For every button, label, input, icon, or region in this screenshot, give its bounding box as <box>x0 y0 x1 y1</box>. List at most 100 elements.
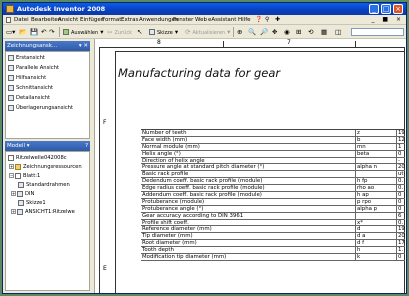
menu-format[interactable]: Format <box>102 16 121 24</box>
param-cell: Addendum coeff. basic rack profile (modu… <box>142 192 262 199</box>
menu-datei[interactable]: Datei <box>14 16 29 24</box>
folder-icon <box>15 163 21 170</box>
table-row: Direction of helix angle - <box>141 157 405 165</box>
panel-item-label: Erstansicht <box>16 55 45 61</box>
select-label: Auswählen <box>71 30 99 36</box>
tree-node-view[interactable]: + ANSICHT1:Ritzelwe <box>11 208 75 216</box>
table-row: Reference diameter (mm) d 19 <box>141 226 405 234</box>
sketch-icon <box>149 29 155 35</box>
close-button[interactable]: × <box>393 4 403 14</box>
pan-icon[interactable]: ✥ <box>272 27 277 37</box>
maximize-button[interactable]: □ <box>381 4 391 14</box>
back-button[interactable]: ⇦ Zurück <box>107 27 132 37</box>
shading-icon[interactable]: ▦ <box>321 27 327 37</box>
drawing-canvas[interactable]: 8 7 F E Manufacturing data for gear Numb… <box>94 39 406 293</box>
pin-icon[interactable]: ⚲ <box>265 16 269 24</box>
symbol-cell <box>355 212 395 220</box>
display-icon[interactable]: ◫ <box>335 27 341 37</box>
tree-node-titleblock[interactable]: + DIN <box>11 190 34 198</box>
title-bar[interactable]: Autodesk Inventor 2008 _ □ × <box>3 3 406 15</box>
tree-node-sheet[interactable]: − Blatt:1 <box>9 172 40 180</box>
symbol-cell <box>355 157 395 165</box>
document-icon <box>6 16 11 24</box>
value-cell: 6 <box>396 212 406 220</box>
panel-item-ueberlagerungsansicht[interactable]: Überlagerungsansicht <box>8 104 73 112</box>
value-cell: ut <box>396 171 406 179</box>
tree-node-label: Zeichnungsressourcen <box>23 164 82 170</box>
zoom-combobox[interactable] <box>351 28 404 36</box>
panel-item-erstansicht[interactable]: Erstansicht <box>8 54 45 62</box>
zoom-all-icon[interactable]: ⊕ <box>237 27 242 37</box>
base-view-icon <box>8 54 14 61</box>
panel-item-hilfsansicht[interactable]: Hilfsansicht <box>8 74 46 82</box>
expand-icon[interactable]: + <box>11 191 16 196</box>
table-row: Basic rack profile ut <box>141 171 406 179</box>
menu-bearbeiten[interactable]: Bearbeiten <box>31 16 61 24</box>
help-icon[interactable]: ? <box>85 141 88 151</box>
minimize-button[interactable]: _ <box>369 4 379 14</box>
help-icon[interactable]: ❓ <box>255 16 262 24</box>
select-tool[interactable]: Auswählen ▾ <box>63 27 104 37</box>
tree-node-sketch[interactable]: Skizze1 <box>18 199 46 207</box>
document-window-controls[interactable]: _ ■ × <box>371 16 404 24</box>
menu-einfuegen[interactable]: Einfügen <box>80 16 104 24</box>
sheet-icon <box>15 172 21 179</box>
value-cell: 0 <box>396 205 406 213</box>
zoom-icon[interactable]: 🔍 <box>248 27 256 37</box>
tree-node-border[interactable]: Standardrahmen <box>18 181 70 189</box>
menu-eassistant[interactable]: eAssistant <box>208 16 236 24</box>
sketch-tool[interactable]: Skizze ▾ <box>149 27 178 37</box>
redo-icon[interactable]: ↷ <box>49 27 54 37</box>
expand-icon[interactable]: + <box>9 164 14 169</box>
collapse-icon[interactable]: − <box>9 173 14 178</box>
value-cell: 0. <box>396 178 406 186</box>
symbol-cell: b <box>355 136 395 144</box>
symbol-cell: x* <box>355 219 395 227</box>
update-button[interactable]: ⟳ Aktualisieren ▾ <box>185 27 230 37</box>
table-row: Tooth depth h 1. <box>141 247 406 255</box>
table-row: Edge radius coeff. basic rack profile (m… <box>141 185 405 193</box>
value-cell: 0. <box>396 219 406 227</box>
drawing-views-panel-header[interactable]: Zeichnungsansk... ▾ ✕ <box>5 41 90 51</box>
table-row: Profile shift coeff. x* 0. <box>141 219 406 227</box>
menu-hilfe[interactable]: Hilfe <box>238 16 251 24</box>
panel-item-schnittansicht[interactable]: Schnittansicht <box>8 84 53 92</box>
menu-ansicht[interactable]: Ansicht <box>58 16 78 24</box>
tree-node-resources[interactable]: + Zeichnungsressourcen <box>9 163 82 171</box>
overlay-view-icon <box>8 104 14 111</box>
expand-icon[interactable]: + <box>11 209 16 214</box>
model-panel-header[interactable]: Modell ▾ ? <box>5 141 90 151</box>
save-icon[interactable]: 💾 <box>30 27 38 37</box>
symbol-cell: d a <box>355 233 395 241</box>
symbol-cell: d f <box>355 240 395 248</box>
panel-item-parallele-ansicht[interactable]: Parallele Ansicht <box>8 64 59 72</box>
menu-web[interactable]: Web <box>195 16 207 24</box>
menu-bar: Datei Bearbeiten Ansicht Einfügen Format… <box>3 15 406 25</box>
undo-icon[interactable]: ↶ <box>41 27 46 37</box>
zoom-window-icon[interactable]: 🔎 <box>260 27 268 37</box>
open-icon[interactable]: 📂 <box>19 27 27 37</box>
value-cell: 1. <box>396 247 406 255</box>
new-icon[interactable]: ▭▾ <box>6 27 15 37</box>
look-at-icon[interactable]: ◉ <box>284 27 290 37</box>
table-row: Root diameter (mm) d f 17 <box>141 240 405 248</box>
titleblock-icon <box>17 190 23 197</box>
table-row: Normal module (mm) mn 1 <box>141 143 405 151</box>
panel-close-icon[interactable]: ▾ ✕ <box>79 41 88 51</box>
param-cell: Tooth depth <box>142 247 174 254</box>
panel-item-label: Hilfsansicht <box>16 75 47 81</box>
panel-item-detailansicht[interactable]: Detailansicht <box>8 94 50 102</box>
drawing-views-panel-title: Zeichnungsansk... <box>7 43 58 49</box>
menu-extras[interactable]: Extras <box>121 16 138 24</box>
pointer-icon[interactable]: ↖ <box>137 27 142 37</box>
orbit-icon[interactable]: ⟲ <box>308 27 313 37</box>
menu-fenster[interactable]: Fenster <box>173 16 193 24</box>
drawing-file-icon <box>8 154 14 161</box>
add-icon[interactable]: ✚ <box>275 16 280 24</box>
symbol-cell: d <box>355 226 395 234</box>
tree-node-label: Ritzelwelle042008c <box>16 155 67 161</box>
tree-node-label: ANSICHT1:Ritzelwe <box>25 209 75 215</box>
zoom-selected-icon[interactable]: ⊞ <box>296 27 301 37</box>
param-cell: Modification tip diameter (mm) <box>142 254 227 261</box>
tree-node-document[interactable]: Ritzelwelle042008c <box>8 154 67 162</box>
